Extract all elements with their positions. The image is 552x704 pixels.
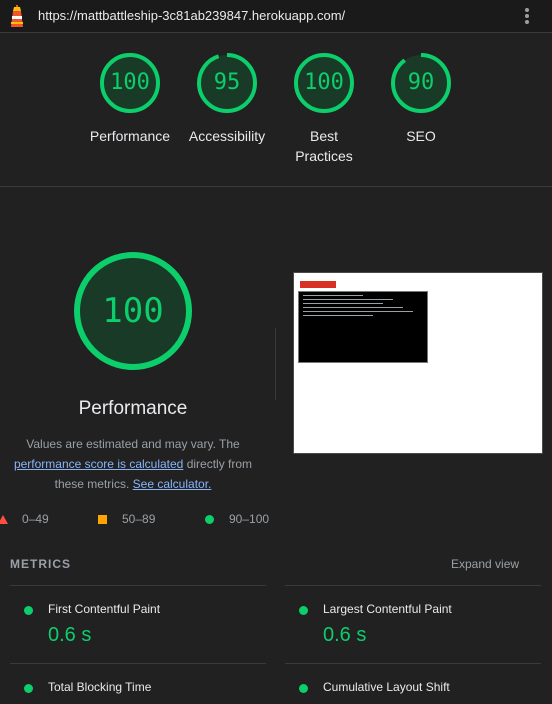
green-circle-icon — [205, 515, 214, 524]
performance-big-score: 100 — [102, 291, 164, 331]
performance-big-gauge: 100 — [72, 250, 194, 372]
best-practices-label[interactable]: Best Practices — [274, 126, 374, 166]
best-practices-score: 100 — [304, 70, 344, 95]
metric-title: Total Blocking Time — [48, 680, 152, 694]
expand-view-button[interactable]: Expand view — [451, 557, 519, 571]
seo-label[interactable]: SEO — [371, 126, 471, 146]
performance-label[interactable]: Performance — [80, 126, 180, 146]
more-vertical-icon[interactable] — [524, 8, 530, 24]
page-screenshot-thumbnail[interactable] — [293, 272, 543, 454]
score-calculated-link[interactable]: performance score is calculated — [14, 457, 183, 471]
metrics-rule-right — [285, 585, 541, 586]
accessibility-gauge[interactable]: 95 — [195, 51, 259, 115]
red-triangle-icon — [0, 515, 8, 524]
best-practices-gauge[interactable]: 100 — [292, 51, 356, 115]
top-bar: https://mattbattleship-3c81ab239847.hero… — [0, 0, 552, 33]
seo-gauge[interactable]: 90 — [389, 51, 453, 115]
metric-value: 0.6 s — [48, 624, 92, 646]
orange-square-icon — [98, 515, 107, 524]
metric-title: Cumulative Layout Shift — [323, 680, 450, 694]
lighthouse-icon — [11, 5, 23, 27]
see-calculator-link[interactable]: See calculator. — [133, 477, 212, 491]
accessibility-score: 95 — [213, 70, 241, 95]
green-circle-icon — [24, 684, 33, 693]
performance-description: Values are estimated and may vary. The p… — [13, 437, 253, 491]
metrics-rule-left — [10, 585, 266, 586]
accessibility-label[interactable]: Accessibility — [177, 126, 277, 146]
green-circle-icon — [24, 606, 33, 615]
metric-value: 0.6 s — [323, 624, 367, 646]
green-circle-icon — [299, 684, 308, 693]
section-divider — [0, 186, 552, 187]
metrics-rule-right-2 — [285, 663, 541, 664]
vertical-divider — [275, 328, 276, 400]
performance-gauge[interactable]: 100 — [98, 51, 162, 115]
performance-score: 100 — [110, 70, 150, 95]
performance-title: Performance — [78, 398, 188, 419]
page-url: https://mattbattleship-3c81ab239847.hero… — [38, 8, 346, 23]
thumbnail-terminal — [298, 291, 428, 363]
metrics-heading: METRICS — [10, 557, 71, 571]
green-circle-icon — [299, 606, 308, 615]
metrics-rule-left-2 — [10, 663, 266, 664]
thumbnail-button — [300, 281, 336, 288]
metric-title: Largest Contentful Paint — [323, 602, 452, 616]
seo-score: 90 — [407, 70, 435, 95]
metric-title: First Contentful Paint — [48, 602, 161, 616]
